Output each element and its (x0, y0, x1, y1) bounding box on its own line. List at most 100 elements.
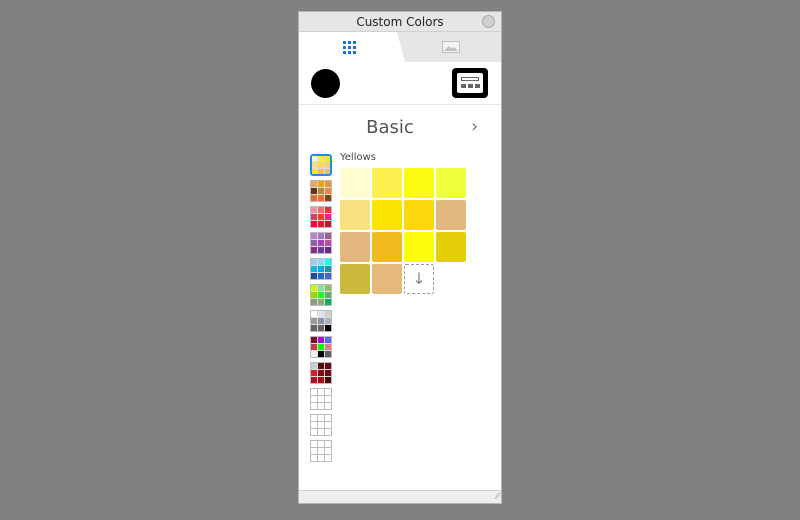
grid-icon[interactable] (343, 41, 356, 54)
palette-group-swatch (318, 188, 324, 194)
palette-group-swatch (318, 377, 324, 383)
palette-group-swatch (325, 325, 331, 331)
palette-group-swatch (318, 441, 324, 447)
color-swatch[interactable] (436, 232, 466, 262)
palette-group-swatch (318, 370, 324, 376)
palette-group-swatch (325, 181, 331, 187)
palette-group-swatch (318, 429, 324, 435)
color-swatch[interactable] (372, 264, 402, 294)
palette-group-swatch (318, 156, 324, 162)
color-swatch[interactable] (436, 200, 466, 230)
palette-group-swatch (325, 299, 331, 305)
palette-group-swatch (325, 389, 331, 395)
palette-group-swatch (311, 292, 317, 298)
palette-group-swatch (318, 233, 324, 239)
palette-group-swatch (311, 422, 317, 428)
current-color-swatch[interactable] (311, 69, 340, 98)
palette-group-swatch (325, 285, 331, 291)
palette-group-button[interactable] (310, 180, 332, 202)
palette-group-swatch (325, 363, 331, 369)
palette-group-swatch (318, 311, 324, 317)
color-swatch[interactable] (372, 232, 402, 262)
color-swatch[interactable] (340, 200, 370, 230)
palette-group-swatch (325, 337, 331, 343)
palette-group-swatch (312, 156, 318, 162)
palette-group-swatch (324, 168, 330, 174)
color-swatch[interactable] (436, 168, 466, 198)
palette-group-button[interactable] (310, 336, 332, 358)
palette-group-swatch (311, 247, 317, 253)
color-swatch[interactable] (372, 168, 402, 198)
palette-group-button[interactable] (310, 258, 332, 280)
palette-group-swatch (311, 181, 317, 187)
custom-colors-panel: Custom Colors Basic › Yellows ↓ ⁄⁄ (298, 11, 502, 504)
palette-group-swatch (311, 370, 317, 376)
palette-group-swatch (318, 168, 324, 174)
palette-group-button[interactable] (310, 206, 332, 228)
palette-group-swatch (318, 415, 324, 421)
color-swatch[interactable] (340, 264, 370, 294)
palette-group-swatch (324, 162, 330, 168)
palette-group-swatch (311, 318, 317, 324)
palette-group-swatch (318, 247, 324, 253)
palette-group-swatch (311, 273, 317, 279)
palette-group-swatch (325, 318, 331, 324)
palette-view-button[interactable] (452, 68, 488, 98)
arrow-down-icon: ↓ (412, 269, 426, 288)
color-swatch[interactable] (404, 232, 434, 262)
palette-group-button[interactable] (310, 310, 332, 332)
palette-group-swatch (325, 273, 331, 279)
palette-group-swatch (318, 292, 324, 298)
color-swatch[interactable] (340, 168, 370, 198)
palette-group-swatch (311, 233, 317, 239)
image-icon[interactable] (442, 41, 460, 53)
palette-group-swatch (311, 266, 317, 272)
palette-group-swatch (311, 389, 317, 395)
tab-image[interactable] (299, 32, 501, 62)
palette-group-swatch (318, 344, 324, 350)
color-swatch[interactable] (404, 168, 434, 198)
palette-group-swatch (325, 214, 331, 220)
palette-group-swatch (318, 337, 324, 343)
palette-group-button[interactable] (310, 362, 332, 384)
palette-group-swatch (325, 344, 331, 350)
palette-group-swatch (325, 207, 331, 213)
palette-group-swatch (318, 363, 324, 369)
color-swatch[interactable] (404, 200, 434, 230)
palette-group-button[interactable] (310, 414, 332, 436)
palette-group-swatch (311, 214, 317, 220)
chevron-right-icon[interactable]: › (471, 116, 478, 137)
add-color-button[interactable]: ↓ (404, 264, 434, 294)
palette-group-swatch (311, 455, 317, 461)
palette-group-swatch (311, 351, 317, 357)
palette-group-swatch (311, 285, 317, 291)
palette-group-swatch (318, 162, 324, 168)
palette-group-list (310, 154, 334, 466)
palette-group-swatch (311, 441, 317, 447)
palette-group-swatch (318, 403, 324, 409)
palette-group-swatch (311, 396, 317, 402)
palette-group-button[interactable] (310, 388, 332, 410)
palette-group-button[interactable] (310, 284, 332, 306)
palette-group-button[interactable] (310, 232, 332, 254)
palette-group-swatch (318, 422, 324, 428)
palette-group-button[interactable] (310, 154, 332, 176)
color-swatch[interactable] (372, 200, 402, 230)
resize-grip-icon[interactable]: ⁄⁄ (496, 492, 499, 502)
palette-group-swatch (325, 266, 331, 272)
palette-group-swatch (311, 240, 317, 246)
palette-group-swatch (325, 441, 331, 447)
palette-group-swatch (318, 351, 324, 357)
palette-group-swatch (311, 377, 317, 383)
title-bar[interactable]: Custom Colors (299, 12, 501, 32)
palette-group-button[interactable] (310, 440, 332, 462)
palette-group-swatch (318, 318, 324, 324)
palette-group-swatch (311, 415, 317, 421)
palette-group-swatch (311, 221, 317, 227)
color-swatch[interactable] (340, 232, 370, 262)
close-button[interactable] (482, 15, 495, 28)
palette-group-swatch (318, 214, 324, 220)
palette-group-swatch (311, 344, 317, 350)
palette-group-swatch (311, 403, 317, 409)
palette-group-swatch (325, 351, 331, 357)
